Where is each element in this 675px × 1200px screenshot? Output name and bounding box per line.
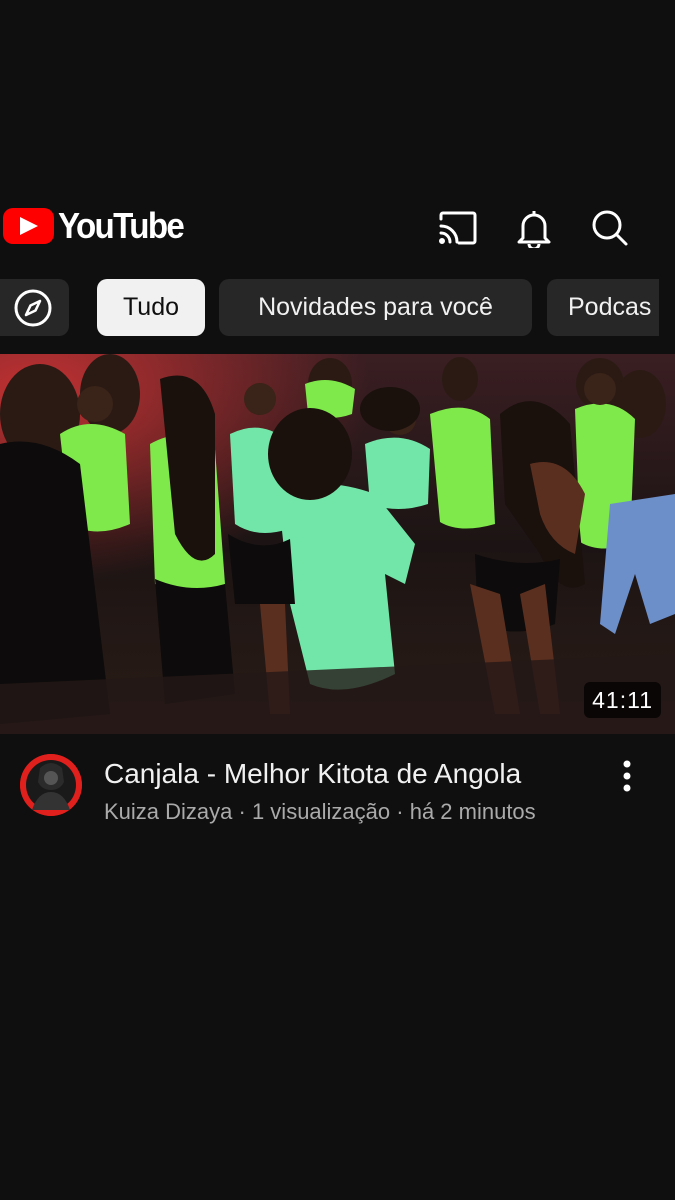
- youtube-logo[interactable]: YouTube: [3, 206, 194, 246]
- compass-icon: [14, 289, 51, 326]
- more-options-icon[interactable]: [610, 756, 644, 796]
- video-thumbnail[interactable]: 41:11: [0, 354, 675, 734]
- video-meta-row: Canjala - Melhor Kitota de Angola Kuiza …: [0, 754, 675, 834]
- channel-avatar[interactable]: [20, 754, 82, 816]
- video-subtitle: Kuiza Dizaya · 1 visualização · há 2 min…: [104, 798, 536, 826]
- youtube-play-logo-icon: [3, 208, 54, 244]
- avatar-image: [20, 754, 82, 816]
- notifications-bell-icon[interactable]: [512, 206, 556, 250]
- video-duration-badge: 41:11: [584, 682, 661, 718]
- thumbnail-image: [0, 354, 675, 734]
- filter-chips-bar: Tudo Novidades para você Podcas: [0, 279, 675, 336]
- logo-text: YouTube: [58, 205, 185, 246]
- youtube-home: YouTube Tudo Novidades para você Podcas …: [0, 0, 675, 1200]
- chip-podcasts[interactable]: Podcas: [547, 279, 659, 336]
- chip-all[interactable]: Tudo: [97, 279, 205, 336]
- channel-name[interactable]: Kuiza Dizaya: [104, 799, 232, 824]
- explore-button[interactable]: [0, 279, 69, 336]
- view-count: 1 visualização: [251, 799, 391, 824]
- separator: ·: [232, 799, 252, 824]
- top-bar: YouTube: [0, 190, 675, 266]
- search-icon[interactable]: [588, 206, 632, 250]
- video-title[interactable]: Canjala - Melhor Kitota de Angola: [104, 756, 604, 792]
- separator: ·: [390, 799, 410, 824]
- chip-new-for-you[interactable]: Novidades para você: [219, 279, 532, 336]
- upload-age: há 2 minutos: [409, 799, 536, 824]
- cast-icon[interactable]: [436, 206, 480, 250]
